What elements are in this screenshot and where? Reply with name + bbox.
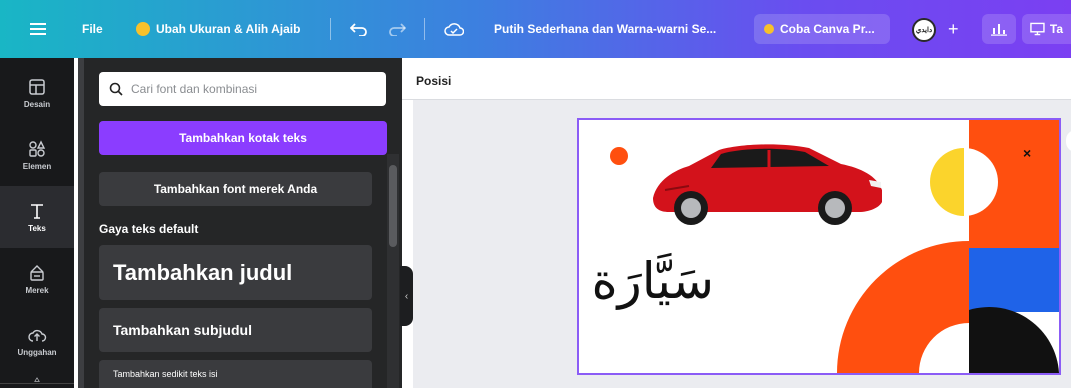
close-icon[interactable]: ×	[1023, 145, 1031, 161]
side-rail: Desain Elemen Teks Merek Unggahan	[0, 58, 74, 388]
redo-button[interactable]	[388, 0, 406, 58]
design-title[interactable]: Putih Sederhana dan Warna-warni Se...	[494, 0, 716, 58]
file-menu[interactable]: File	[82, 0, 103, 58]
insights-button[interactable]	[982, 14, 1016, 44]
rail-item-design[interactable]: Desain	[0, 62, 74, 124]
resize-magic-button[interactable]: Ubah Ukuran & Alih Ajaib	[136, 0, 300, 58]
chevron-left-icon: ‹	[404, 290, 409, 302]
try-pro-label: Coba Canva Pr...	[780, 22, 875, 36]
add-body-text-button[interactable]: Tambahkan sedikit teks isi	[99, 360, 372, 388]
context-toolbar: Posisi	[402, 58, 1071, 100]
red-car-image[interactable]	[653, 144, 882, 225]
add-textbox-button[interactable]: Tambahkan kotak teks	[99, 121, 387, 155]
add-heading-button[interactable]: Tambahkan judul	[99, 245, 372, 300]
add-brand-font-button[interactable]: Tambahkan font merek Anda	[99, 172, 372, 206]
rail-item-uploads[interactable]: Unggahan	[0, 310, 74, 372]
try-canva-pro-button[interactable]: Coba Canva Pr...	[754, 14, 890, 44]
rail-label: Teks	[28, 224, 46, 233]
rail-item-elements[interactable]: Elemen	[0, 124, 74, 186]
rail-item-brand[interactable]: Merek	[0, 248, 74, 310]
resize-label: Ubah Ukuran & Alih Ajaib	[156, 22, 301, 36]
avatar[interactable]: دايدي	[912, 18, 936, 42]
arabic-word[interactable]: سَيَّارَة	[591, 252, 714, 310]
layout-icon	[29, 79, 45, 95]
plus-icon: +	[948, 18, 959, 39]
hamburger-icon	[30, 23, 46, 35]
search-input[interactable]	[131, 82, 371, 96]
rail-label: Desain	[23, 100, 51, 109]
bar-chart-icon	[991, 24, 1007, 36]
font-search[interactable]	[99, 72, 386, 106]
text-icon	[31, 204, 43, 219]
divider	[424, 18, 425, 40]
crown-icon	[764, 24, 774, 34]
top-bar: File Ubah Ukuran & Alih Ajaib Putih Sede…	[0, 0, 1071, 58]
add-collaborator-button[interactable]: +	[948, 0, 959, 58]
rail-label: Unggahan	[17, 348, 57, 357]
collapse-panel-button[interactable]: ‹	[400, 266, 413, 326]
shapes-icon	[29, 140, 46, 157]
present-button[interactable]: Ta	[1022, 14, 1071, 44]
rail-label: Elemen	[22, 162, 52, 171]
canvas-artwork: × سَيَّارَة	[591, 120, 1059, 373]
divider	[0, 383, 74, 384]
orange-arc[interactable]	[837, 241, 969, 373]
blue-block[interactable]	[969, 248, 1059, 312]
redo-icon	[389, 23, 406, 36]
crown-icon	[136, 22, 150, 36]
save-status-button[interactable]	[444, 0, 464, 58]
orange-dot[interactable]	[610, 147, 628, 165]
rail-item-text[interactable]: Teks	[0, 186, 74, 248]
divider	[330, 18, 331, 40]
undo-button[interactable]	[350, 0, 368, 58]
black-arc[interactable]	[969, 307, 1059, 373]
add-subheading-button[interactable]: Tambahkan subjudul	[99, 308, 372, 352]
panel-scroll-thumb[interactable]	[389, 165, 397, 247]
cloud-check-icon	[444, 23, 464, 36]
present-label: Ta	[1049, 22, 1063, 36]
menu-button[interactable]	[30, 0, 46, 58]
present-icon	[1030, 22, 1045, 36]
yellow-half-circle[interactable]	[930, 148, 964, 216]
design-canvas[interactable]: × سَيَّارَة	[577, 118, 1061, 375]
brand-icon	[30, 265, 44, 281]
default-styles-title: Gaya teks default	[99, 222, 199, 236]
undo-icon	[350, 23, 367, 36]
upload-cloud-icon	[28, 329, 47, 342]
position-button[interactable]: Posisi	[416, 74, 451, 88]
rail-item-more[interactable]	[0, 372, 74, 388]
rail-label: Merek	[25, 286, 49, 295]
search-icon	[109, 82, 123, 96]
